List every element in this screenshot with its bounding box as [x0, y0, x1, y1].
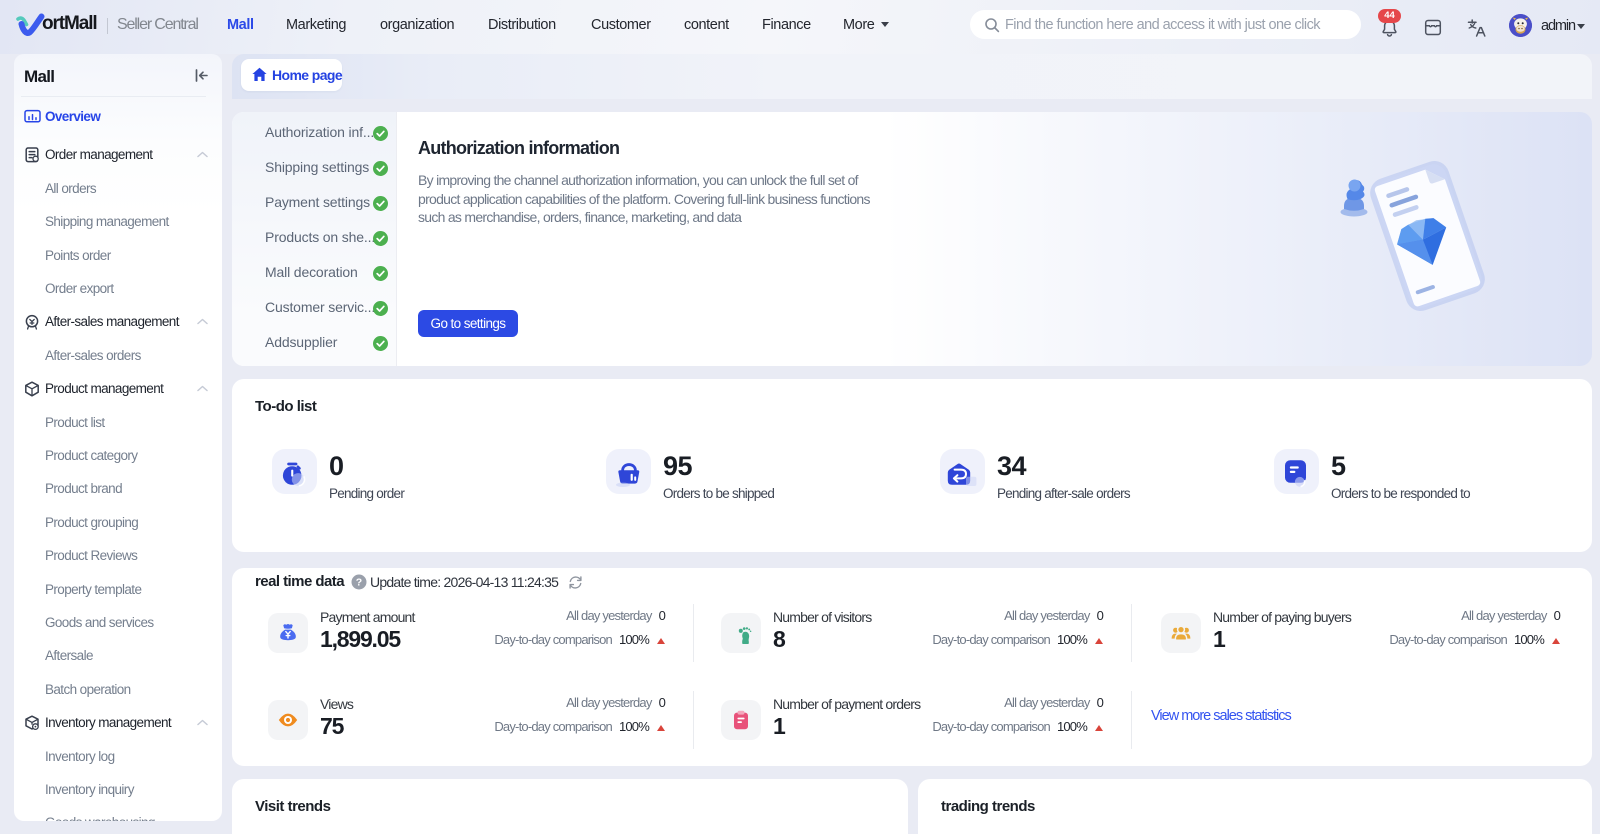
- svg-text:?: ?: [356, 576, 362, 588]
